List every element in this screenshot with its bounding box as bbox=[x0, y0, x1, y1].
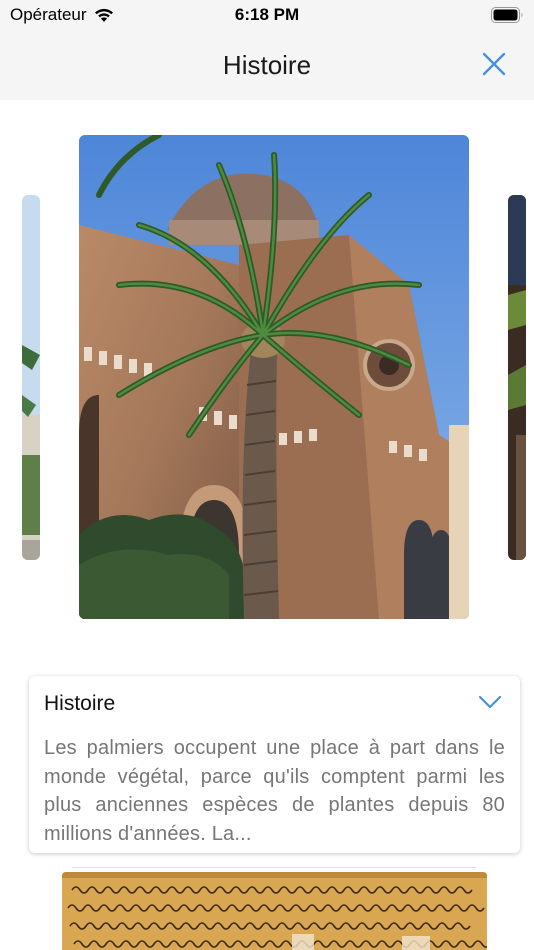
manuscript-image[interactable] bbox=[62, 872, 487, 950]
status-time: 6:18 PM bbox=[234, 5, 300, 24]
image-carousel[interactable] bbox=[0, 100, 534, 660]
status-bar: Opérateur 6:18 PM bbox=[0, 0, 534, 30]
carousel-photo-previous[interactable] bbox=[22, 195, 40, 560]
manuscript-photo bbox=[62, 872, 487, 950]
battery-icon bbox=[491, 7, 523, 23]
section-text: Les palmiers occupent une place à part d… bbox=[44, 737, 505, 845]
carousel-photo-current[interactable] bbox=[79, 135, 469, 619]
palm-photo-right bbox=[508, 195, 526, 560]
close-icon[interactable] bbox=[482, 52, 506, 76]
history-card[interactable]: Histoire Les palmiers occupent une place… bbox=[29, 676, 520, 853]
section-title: Histoire bbox=[44, 692, 116, 715]
cathedral-palm-photo bbox=[79, 135, 469, 619]
page-title: Histoire bbox=[222, 50, 312, 80]
palm-photo-left bbox=[22, 195, 40, 560]
nav-bar: Histoire bbox=[0, 30, 534, 100]
chevron-down-icon[interactable] bbox=[478, 694, 502, 710]
divider bbox=[72, 867, 476, 868]
carousel-photo-next[interactable] bbox=[508, 195, 526, 560]
